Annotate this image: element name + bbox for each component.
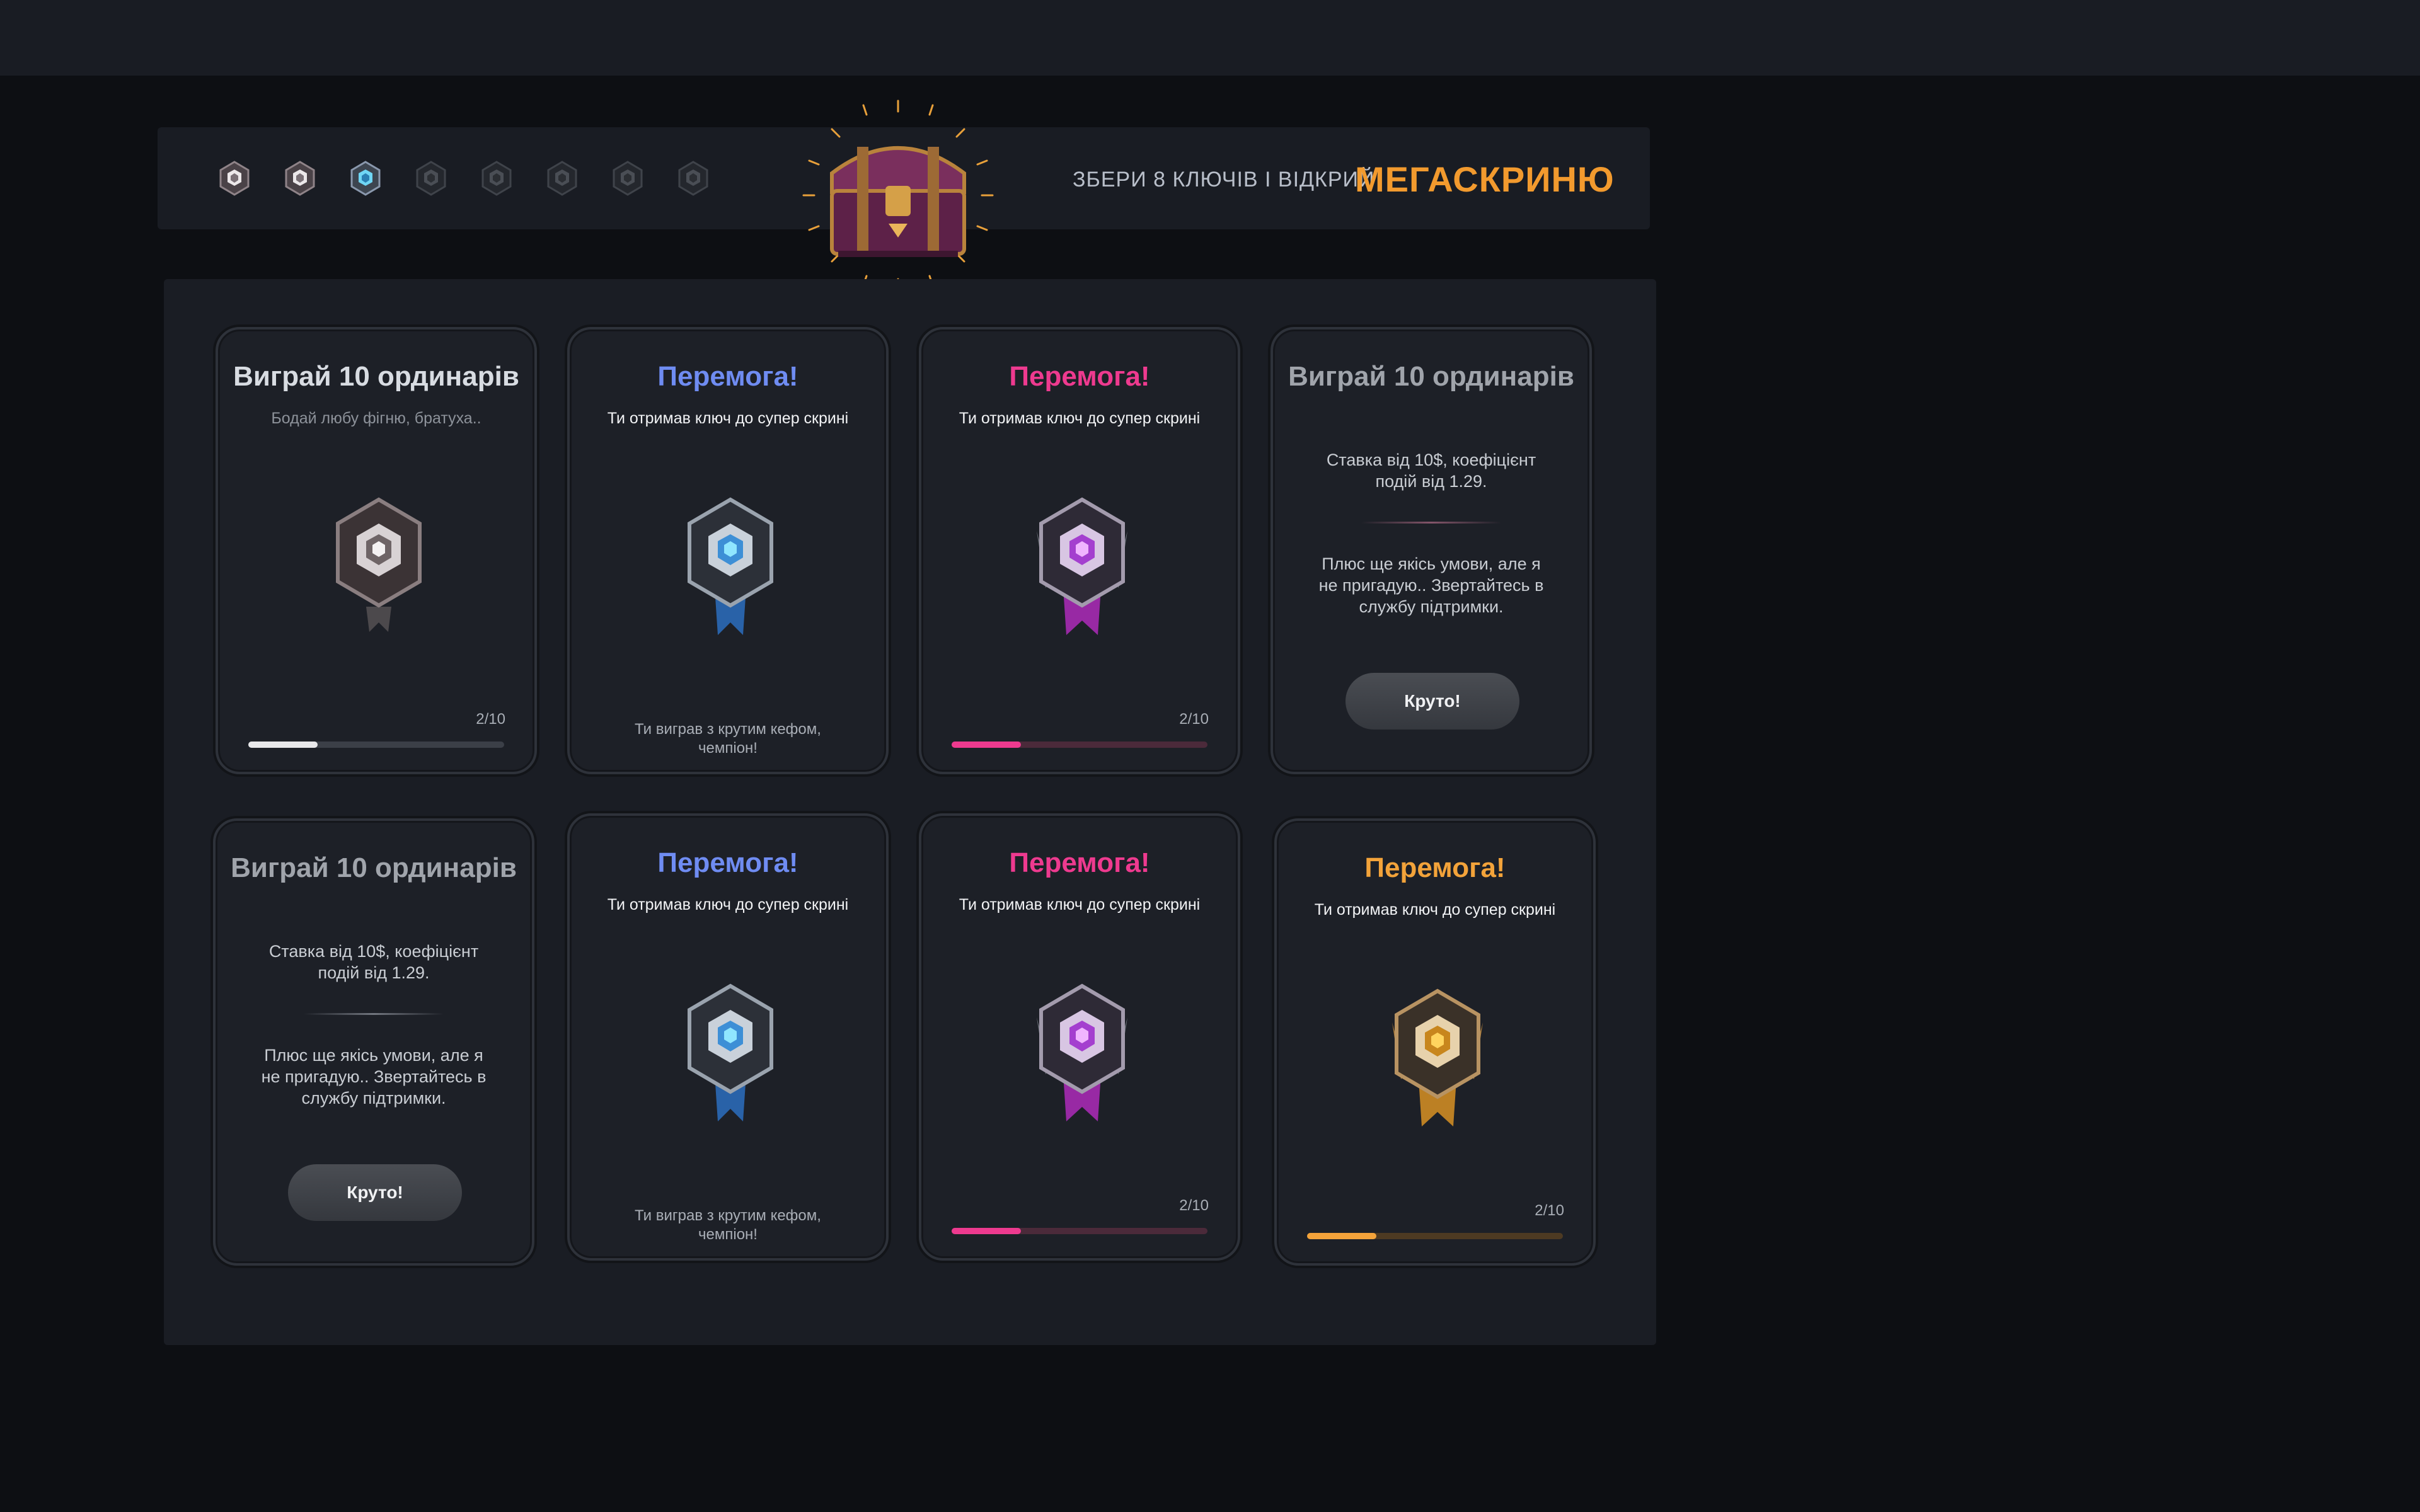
key-slot-6-icon [542,158,582,198]
card-subtitle: Ти отримав ключ до супер скрині [607,896,849,914]
silver-key-emblem-icon [328,487,429,638]
collect-keys-prompt: ЗБЕРИ 8 КЛЮЧІВ І ВІДКРИЙ [1073,168,1375,192]
card-conditions: Ставка від 10$, коефіцієнт подій від 1.2… [268,942,479,982]
blue-key-emblem-icon [680,973,781,1125]
card-title: Перемога! [657,361,798,392]
card-title: Перемога! [657,847,798,878]
progress-bar-fill [248,742,318,748]
card-conditions: Ставка від 10$, коефіцієнт подій від 1.2… [1326,450,1536,491]
key-slot-8-icon [673,158,713,198]
pink-key-emblem-icon [1032,973,1132,1125]
card-title: Перемога! [1364,852,1506,883]
key-slot-2-icon [280,158,320,198]
card-subtitle: Ти отримав ключ до супер скрині [959,410,1201,427]
card-extra-conditions: Плюс ще якісь умови, але я не пригадую..… [261,1046,487,1108]
card-extra-conditions: Плюс ще якісь умови, але я не пригадую..… [1318,554,1544,616]
quest-card-6[interactable]: Перемога! Ти отримав ключ до супер скрин… [567,813,889,1261]
card-title: Перемога! [1009,361,1150,392]
progress-count: 2/10 [1535,1202,1564,1219]
quest-card-7[interactable]: Перемога! Ти отримав ключ до супер скрин… [919,813,1240,1261]
progress-count: 2/10 [1179,711,1209,728]
key-progress-row [214,158,713,198]
blue-key-emblem-icon [680,487,781,638]
progress-count: 2/10 [476,711,505,728]
key-slot-4-icon [411,158,451,198]
quest-card-5[interactable]: Виграй 10 ординарів Ставка від 10$, коеф… [213,818,534,1266]
progress-bar [952,742,1207,748]
card-subtitle: Бодай любу фігню, братуха.. [271,410,481,427]
top-bar [0,0,2420,76]
card-title: Виграй 10 ординарів [1288,361,1574,392]
progress-count: 2/10 [1179,1197,1209,1214]
megachest-title: МЕГАСКРИНЮ [1355,159,1615,199]
key-slot-5-icon [476,158,517,198]
card-title: Виграй 10 ординарів [233,361,519,392]
card-subtitle: Ти отримав ключ до супер скрині [959,896,1201,914]
progress-bar-fill [952,1228,1021,1234]
key-slot-7-icon [608,158,648,198]
quest-card-8[interactable]: Перемога! Ти отримав ключ до супер скрин… [1274,818,1596,1266]
gold-key-emblem-icon [1387,978,1488,1130]
card-divider [1361,522,1501,524]
quest-card-1[interactable]: Виграй 10 ординарів Бодай любу фігню, бр… [216,327,537,774]
progress-bar [952,1228,1207,1234]
pink-key-emblem-icon [1032,487,1132,638]
quest-card-4[interactable]: Виграй 10 ординарів Ставка від 10$, коеф… [1270,327,1592,774]
progress-bar-fill [952,742,1021,748]
key-slot-3-icon [345,158,386,198]
progress-bar [1307,1233,1563,1239]
card-subtitle: Ти отримав ключ до супер скрині [607,410,849,427]
card-subtitle: Ти отримав ключ до супер скрині [1314,901,1556,919]
treasure-chest-icon[interactable] [800,98,996,293]
card-title: Перемога! [1009,847,1150,878]
cool-button[interactable]: Круто! [1345,673,1519,730]
key-slot-1-icon [214,158,255,198]
quest-card-2[interactable]: Перемога! Ти отримав ключ до супер скрин… [567,327,889,774]
card-divider [304,1013,444,1015]
cool-button[interactable]: Круто! [288,1164,462,1221]
progress-bar [248,742,504,748]
card-footer: Ти виграв з крутим кефом, чемпіон! [635,1207,821,1243]
quest-card-3[interactable]: Перемога! Ти отримав ключ до супер скрин… [919,327,1240,774]
quests-panel: Виграй 10 ординарів Бодай любу фігню, бр… [164,279,1656,1345]
card-footer: Ти виграв з крутим кефом, чемпіон! [635,721,821,757]
card-title: Виграй 10 ординарів [231,852,517,883]
progress-bar-fill [1307,1233,1376,1239]
